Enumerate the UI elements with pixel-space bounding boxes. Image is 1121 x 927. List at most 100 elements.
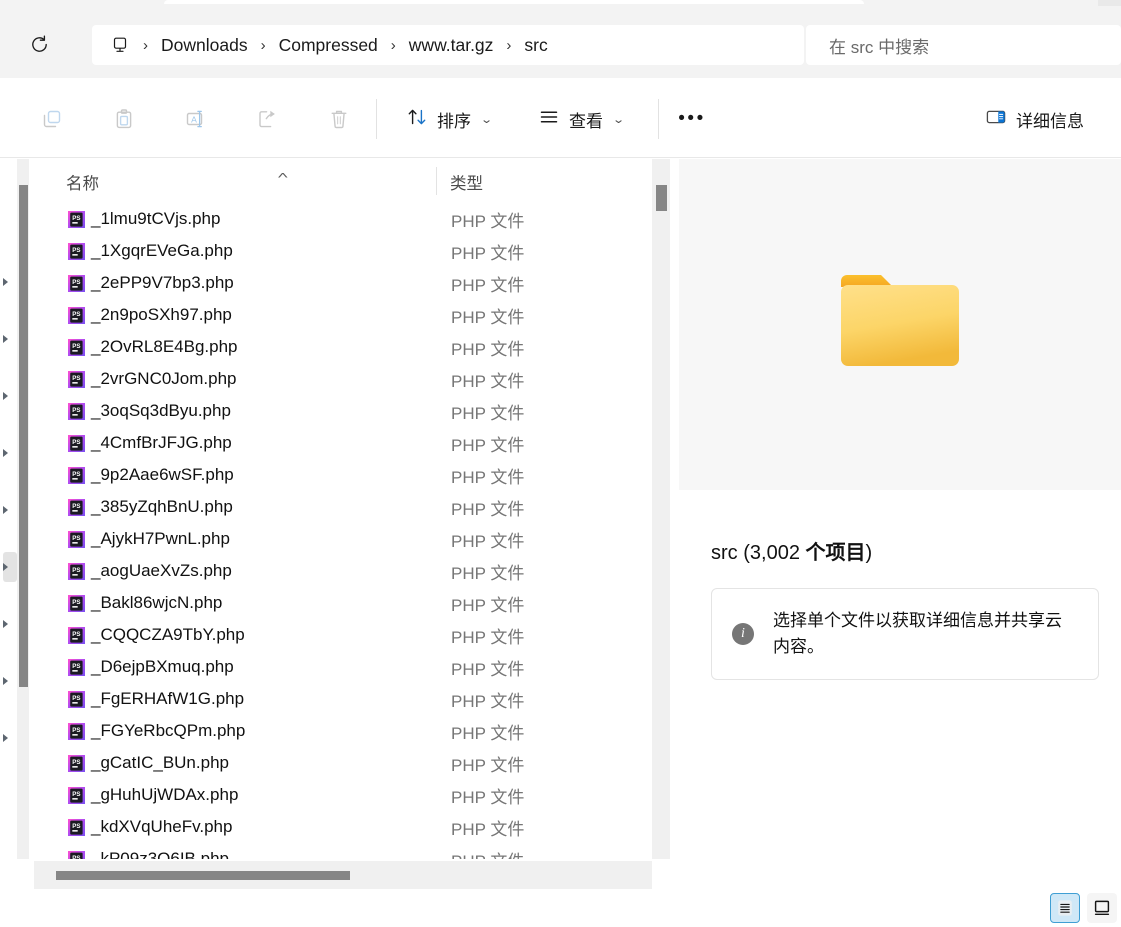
nav-tree-expander[interactable] [3,381,17,411]
nav-tree-expander[interactable] [3,609,17,639]
file-type: PHP 文件 [451,755,525,775]
file-name: _gCatIC_BUn.php [91,753,229,772]
breadcrumb-archive[interactable]: www.tar.gz [407,33,496,58]
nav-tree-expander[interactable] [3,723,17,753]
svg-text:PS: PS [72,407,80,414]
delete-button[interactable] [317,98,361,140]
file-type: PHP 文件 [451,499,525,519]
search-input[interactable]: 在 src 中搜索 [806,25,1121,65]
breadcrumb-compressed[interactable]: Compressed [277,33,380,58]
details-pane-label: 详细信息 [1016,111,1084,131]
details-pane: src (3,002 个项目) i 选择单个文件以获取详细信息并共享云内容。 [672,159,1121,927]
share-button[interactable] [245,98,289,140]
chevron-down-icon: ⌄ [480,113,494,126]
file-name: _2ePP9V7bp3.php [91,273,234,292]
svg-text:PS: PS [72,663,80,670]
file-type: PHP 文件 [451,627,525,647]
address-breadcrumb-field[interactable]: › Downloads › Compressed › www.tar.gz › … [92,25,804,65]
large-icons-view-icon[interactable] [1087,893,1117,923]
file-row[interactable]: PS _1XgqrEVeGa.php PHP 文件 [34,235,652,267]
preview-thumbnail-area [679,159,1121,490]
rename-button[interactable]: A [173,98,217,140]
nav-tree-expander-selected[interactable] [3,552,17,582]
phpstorm-ps-file-icon: PS [66,337,87,358]
svg-text:PS: PS [72,855,80,859]
file-row[interactable]: PS _1lmu9tCVjs.php PHP 文件 [34,203,652,235]
file-row[interactable]: PS _D6ejpBXmuq.php PHP 文件 [34,651,652,683]
nav-tree-expander[interactable] [3,438,17,468]
breadcrumb-downloads[interactable]: Downloads [159,33,250,58]
file-row[interactable]: PS _gCatIC_BUn.php PHP 文件 [34,747,652,779]
phpstorm-ps-file-icon: PS [66,721,87,742]
more-options-button[interactable]: ••• [670,98,714,140]
file-list-horizontal-scrollbar[interactable] [34,861,652,889]
file-type: PHP 文件 [451,435,525,455]
navigation-pane-scrollbar[interactable] [17,159,29,859]
file-row[interactable]: PS _Bakl86wjcN.php PHP 文件 [34,587,652,619]
file-row[interactable]: PS _4CmfBrJFJG.php PHP 文件 [34,427,652,459]
file-type: PHP 文件 [451,371,525,391]
svg-text:PS: PS [72,791,80,798]
file-type: PHP 文件 [451,275,525,295]
breadcrumb-separator: › [506,36,512,54]
file-row[interactable]: PS _kdXVqUheFv.php PHP 文件 [34,811,652,843]
file-name: _1XgqrEVeGa.php [91,241,233,260]
phpstorm-ps-file-icon: PS [66,369,87,390]
file-row[interactable]: PS _9p2Aae6wSF.php PHP 文件 [34,459,652,491]
phpstorm-ps-file-icon: PS [66,657,87,678]
details-folder-name: src [711,542,738,564]
file-row[interactable]: PS _aogUaeXvZs.php PHP 文件 [34,555,652,587]
breadcrumb-separator: › [143,36,148,54]
file-name: _385yZqhBnU.php [91,497,233,516]
file-type: PHP 文件 [451,243,525,263]
view-button[interactable]: 查看 ⌄ [528,98,633,140]
file-row[interactable]: PS _2n9poSXh97.php PHP 文件 [34,299,652,331]
nav-tree-expander[interactable] [3,666,17,696]
file-row[interactable]: PS _gHuhUjWDAx.php PHP 文件 [34,779,652,811]
details-pane-toggle-button[interactable]: 详细信息 [975,98,1094,140]
file-row[interactable]: PS _2OvRL8E4Bg.php PHP 文件 [34,331,652,363]
file-row[interactable]: PS _385yZqhBnU.php PHP 文件 [34,491,652,523]
sort-button[interactable]: 排序 ⌄ [396,98,501,140]
svg-text:PS: PS [72,599,80,606]
details-title-close-paren: ) [865,542,873,564]
file-list-vertical-scrollbar[interactable] [652,159,670,859]
phpstorm-ps-file-icon: PS [66,817,87,838]
column-header-type[interactable]: 类型 [450,170,483,194]
svg-text:PS: PS [72,375,80,382]
file-type: PHP 文件 [451,819,525,839]
svg-text:A: A [191,115,197,125]
file-list-pane: 名称 ˄ 类型 PS _1lmu9tCVjs.php PHP 文件 PS _1X… [34,159,652,859]
file-row[interactable]: PS _3oqSq3dByu.php PHP 文件 [34,395,652,427]
file-explorer-window: › Downloads › Compressed › www.tar.gz › … [0,0,1121,927]
scrollbar-thumb[interactable] [19,185,28,687]
file-row[interactable]: PS _kP09z3O6IB.php PHP 文件 [34,843,652,859]
copy-button[interactable] [30,98,74,140]
phpstorm-ps-file-icon: PS [66,465,87,486]
details-item-unit: 个项目 [805,542,866,564]
this-pc-monitor-icon[interactable] [110,35,130,55]
paste-button[interactable] [102,98,146,140]
breadcrumb-src[interactable]: src [522,33,549,58]
scrollbar-thumb[interactable] [56,871,350,880]
nav-tree-expander[interactable] [3,495,17,525]
scrollbar-thumb[interactable] [656,185,667,211]
file-row[interactable]: PS _CQQCZA9TbY.php PHP 文件 [34,619,652,651]
file-row[interactable]: PS _AjykH7PwnL.php PHP 文件 [34,523,652,555]
column-header-name[interactable]: 名称 ˄ [66,170,288,194]
nav-tree-expander[interactable] [3,324,17,354]
phpstorm-ps-file-icon: PS [66,209,87,230]
file-row[interactable]: PS _2vrGNC0Jom.php PHP 文件 [34,363,652,395]
svg-text:PS: PS [72,759,80,766]
file-row[interactable]: PS _FGYeRbcQPm.php PHP 文件 [34,715,652,747]
phpstorm-ps-file-icon: PS [66,241,87,262]
file-row[interactable]: PS _2ePP9V7bp3.php PHP 文件 [34,267,652,299]
file-row[interactable]: PS _FgERHAfW1G.php PHP 文件 [34,683,652,715]
details-view-icon[interactable] [1050,893,1080,923]
breadcrumb-separator: › [390,36,396,54]
nav-tree-expander[interactable] [3,267,17,297]
column-divider[interactable] [436,167,437,195]
file-type: PHP 文件 [451,847,524,860]
phpstorm-ps-file-icon: PS [66,593,87,614]
refresh-icon[interactable] [22,27,56,61]
